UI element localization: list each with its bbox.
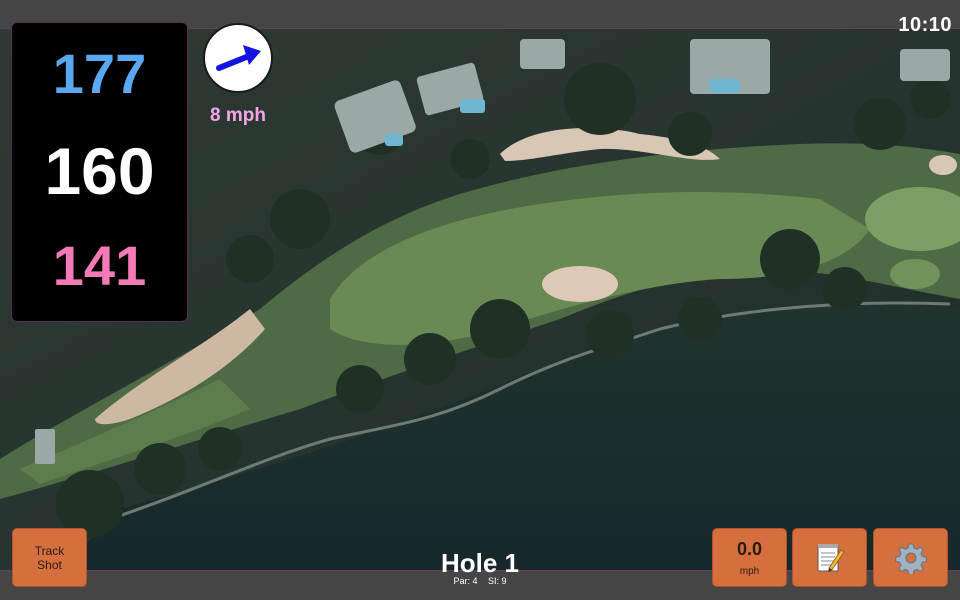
distance-panel: 177 160 141: [11, 22, 188, 322]
distance-front: 141: [52, 234, 147, 297]
speed-value: 0.0: [736, 539, 763, 559]
wind-direction-indicator: [203, 23, 273, 93]
speed-unit: mph: [739, 566, 760, 577]
distance-middle: 160: [44, 134, 155, 208]
notepad-pencil-icon: [817, 543, 845, 572]
speed-button[interactable]: 0.0 mph: [712, 528, 787, 587]
arrow-right-up-icon: [216, 45, 261, 71]
track-shot-button[interactable]: Track Shot: [12, 528, 87, 587]
golf-gps-screen: 10:10 177 160 141 8 mph Track Shot Hole …: [0, 0, 960, 600]
distance-back: 177: [52, 42, 147, 105]
par-label: Par: 4: [453, 576, 478, 586]
settings-button[interactable]: [873, 528, 948, 587]
gear-icon: [894, 543, 927, 574]
clock: 10:10: [898, 14, 952, 36]
notes-button[interactable]: [792, 528, 867, 587]
track-shot-label-line1: Track: [34, 543, 65, 558]
hole-meta: Par: 4 SI: 9: [380, 576, 580, 586]
stroke-index-label: SI: 9: [488, 576, 507, 586]
hole-title: Hole 1: [440, 548, 520, 578]
wind-speed: 8 mph: [210, 105, 266, 126]
track-shot-label-line2: Shot: [37, 557, 62, 572]
